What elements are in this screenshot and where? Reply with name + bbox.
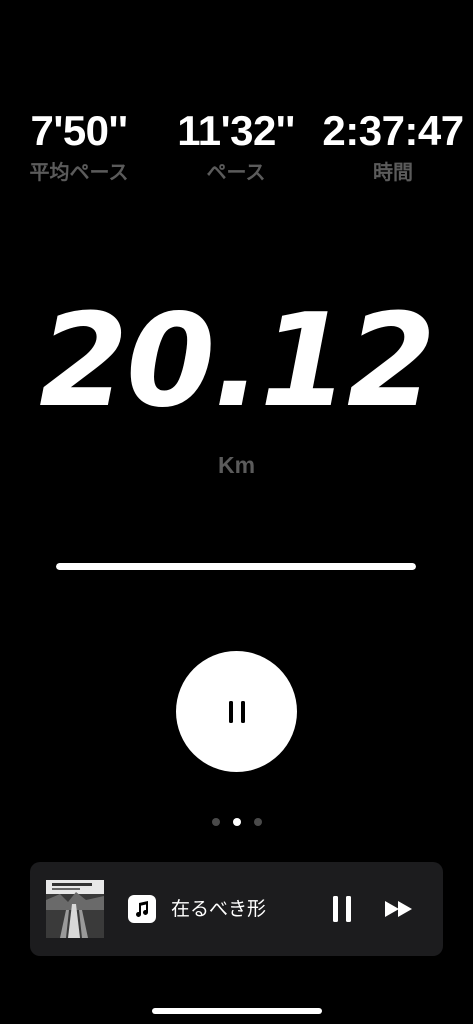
pace-stat: 11'32'' ペース <box>161 107 311 185</box>
pause-icon <box>228 700 245 723</box>
page-indicator[interactable] <box>0 818 473 826</box>
stats-row: 7'50'' 平均ペース 11'32'' ペース 2:37:47 時間 <box>0 108 473 188</box>
time-stat: 2:37:47 時間 <box>318 107 468 185</box>
distance-value: 20.12 <box>39 287 436 436</box>
time-label: 時間 <box>373 160 413 184</box>
distance-unit: Km <box>217 452 256 478</box>
avg-pace-stat: 7'50'' 平均ペース <box>4 107 154 185</box>
now-playing-card[interactable]: 在るべき形 <box>30 862 443 956</box>
time-value: 2:37:47 <box>322 107 464 154</box>
home-indicator[interactable] <box>152 1008 322 1014</box>
music-pause-button[interactable] <box>328 893 358 925</box>
avg-pace-label: 平均ペース <box>29 160 129 184</box>
page-dot[interactable] <box>253 818 262 826</box>
pace-value: 11'32'' <box>177 107 295 154</box>
page-dot-active[interactable] <box>232 818 241 826</box>
pause-run-button[interactable] <box>176 651 297 772</box>
track-title[interactable]: 在るべき形 <box>171 896 266 922</box>
progress-bar <box>56 563 416 570</box>
progress-fill <box>56 563 416 570</box>
album-artwork[interactable] <box>46 880 104 938</box>
page-dot[interactable] <box>211 818 220 826</box>
music-note-icon <box>128 895 156 923</box>
music-forward-button[interactable] <box>382 896 418 922</box>
avg-pace-value: 7'50'' <box>30 107 128 154</box>
pause-icon <box>333 896 351 922</box>
pace-label: ペース <box>206 160 266 184</box>
fast-forward-icon <box>385 901 412 917</box>
